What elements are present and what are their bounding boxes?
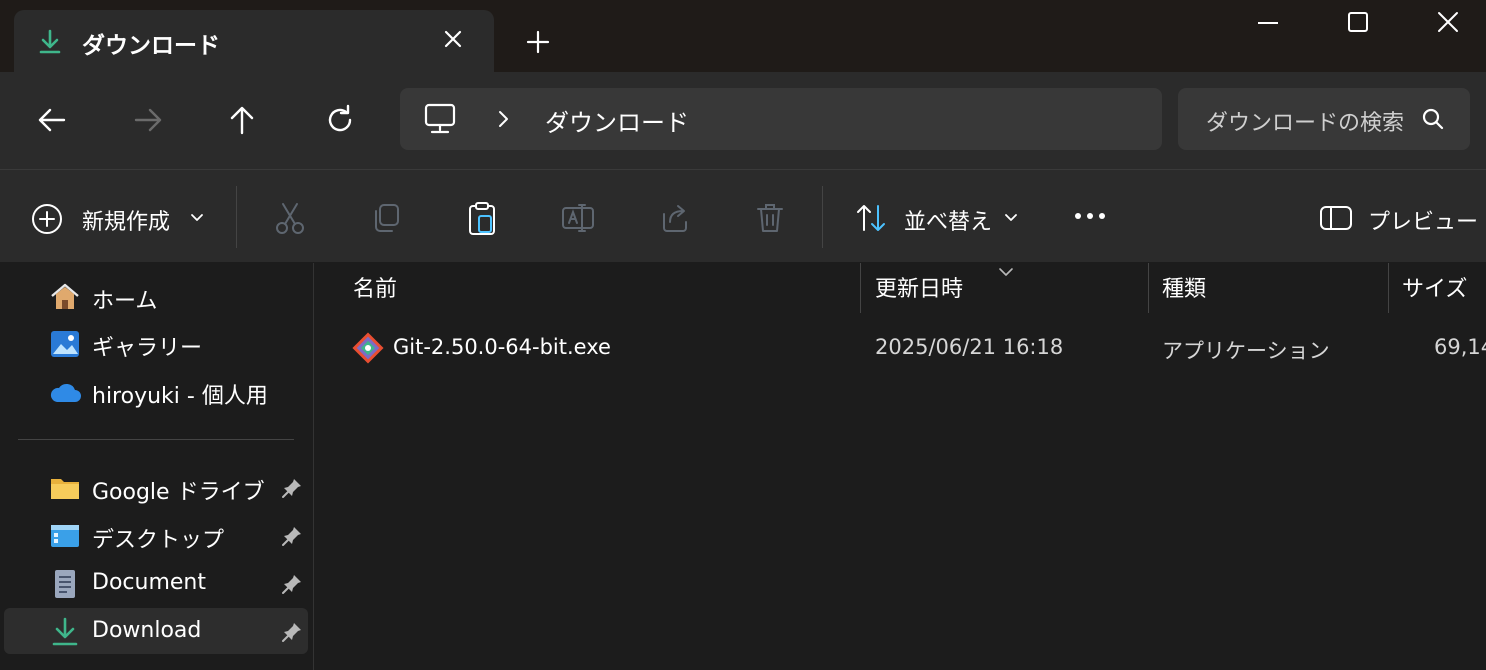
file-type: アプリケーション <box>1162 339 1330 363</box>
pin-icon[interactable] <box>280 572 304 596</box>
search-input[interactable]: ダウンロードの検索 <box>1206 105 1406 137</box>
new-button-label: 新規作成 <box>82 210 171 235</box>
sidebar-item-label: デスクトップ <box>92 528 225 553</box>
chevron-right-icon[interactable] <box>492 107 514 131</box>
chevron-down-icon <box>191 214 203 221</box>
more-options-icon[interactable] <box>1070 204 1110 228</box>
document-icon <box>55 570 75 598</box>
folder-icon <box>51 479 79 499</box>
minimize-button[interactable] <box>1250 8 1286 38</box>
window-close-button[interactable] <box>1430 8 1466 38</box>
sidebar-item-label: hiroyuki - 個人用 <box>92 384 268 409</box>
new-tab-button[interactable] <box>522 26 554 58</box>
sidebar-item-google-drive[interactable]: Google ドライブ <box>4 464 308 510</box>
sort-descending-icon <box>999 268 1013 276</box>
preview-pane-icon <box>1320 206 1352 230</box>
file-modified: 2025/06/21 16:18 <box>875 335 1064 359</box>
maximize-button[interactable] <box>1340 8 1376 38</box>
delete-icon[interactable] <box>752 200 788 236</box>
navigation-pane: ホーム ギャラリー hiroyuki - 個人用 Google ドライブ デスク… <box>0 263 314 670</box>
rename-icon[interactable] <box>560 200 596 236</box>
desktop-icon <box>51 525 79 547</box>
pin-icon[interactable] <box>280 524 304 548</box>
pin-icon[interactable] <box>280 476 304 500</box>
up-button[interactable] <box>222 100 262 140</box>
download-icon <box>39 29 61 54</box>
sort-icon <box>857 205 885 231</box>
download-icon <box>52 617 78 646</box>
refresh-button[interactable] <box>320 100 360 140</box>
tab-downloads[interactable]: ダウンロード <box>14 10 494 72</box>
command-bar: 新規作成 並べ替え プレビュー <box>0 170 1486 262</box>
search-icon[interactable] <box>1420 106 1446 132</box>
column-separator[interactable] <box>1388 263 1389 313</box>
column-separator[interactable] <box>1148 263 1149 313</box>
gallery-icon <box>51 331 79 357</box>
file-row[interactable]: Git-2.50.0-64-bit.exe 2025/06/21 16:18 ア… <box>345 327 1486 371</box>
toolbar-separator <box>822 186 823 248</box>
copy-icon[interactable] <box>368 200 404 236</box>
search-box[interactable]: ダウンロードの検索 <box>1178 88 1470 150</box>
preview-button-label: プレビュー <box>1368 210 1479 235</box>
column-header-name[interactable]: 名前 <box>353 271 397 303</box>
computer-icon <box>424 103 456 134</box>
plus-circle-icon <box>32 204 62 234</box>
column-header-type[interactable]: 種類 <box>1162 271 1206 303</box>
onedrive-cloud-icon <box>50 383 81 402</box>
cut-icon[interactable] <box>272 200 308 236</box>
git-installer-icon <box>352 332 384 364</box>
sidebar-item-desktop[interactable]: デスクトップ <box>4 512 308 558</box>
navigation-bar: ダウンロード ダウンロードの検索 <box>0 72 1486 169</box>
tab-title: ダウンロード <box>82 33 220 59</box>
breadcrumb-current[interactable]: ダウンロード <box>545 103 689 138</box>
paste-icon[interactable] <box>464 200 500 236</box>
sidebar-item-label: Download <box>92 618 202 643</box>
preview-pane-button[interactable]: プレビュー <box>1318 198 1478 238</box>
sidebar-item-gallery[interactable]: ギャラリー <box>4 320 308 366</box>
column-header-modified[interactable]: 更新日時 <box>875 271 963 303</box>
pin-icon[interactable] <box>280 620 304 644</box>
column-separator[interactable] <box>860 263 861 313</box>
sort-button-label: 並べ替え <box>904 210 993 235</box>
close-icon[interactable] <box>438 24 468 54</box>
forward-button[interactable] <box>128 100 168 140</box>
share-icon[interactable] <box>656 200 692 236</box>
file-size: 69,14 <box>1434 335 1486 359</box>
toolbar-separator <box>236 186 237 248</box>
sidebar-item-download[interactable]: Download <box>4 608 308 654</box>
chevron-down-icon <box>1005 214 1017 221</box>
title-bar: ダウンロード <box>0 0 1486 72</box>
file-name[interactable]: Git-2.50.0-64-bit.exe <box>393 335 611 359</box>
column-header-size[interactable]: サイズ <box>1402 271 1467 303</box>
sidebar-item-label: Google ドライブ <box>92 480 265 505</box>
sidebar-item-label: Document <box>92 570 206 595</box>
address-bar[interactable]: ダウンロード <box>400 88 1162 150</box>
sidebar-item-home[interactable]: ホーム <box>4 273 308 319</box>
sidebar-item-label: ホーム <box>92 289 158 314</box>
back-button[interactable] <box>32 100 72 140</box>
sidebar-item-onedrive[interactable]: hiroyuki - 個人用 <box>4 368 308 414</box>
home-icon <box>51 283 79 309</box>
sidebar-divider <box>18 439 294 440</box>
sidebar-item-label: ギャラリー <box>92 336 203 361</box>
sidebar-item-document[interactable]: Document <box>4 560 308 606</box>
sort-button[interactable]: 並べ替え <box>854 198 1024 238</box>
file-list: 名前 更新日時 種類 サイズ Git-2.50.0-64-bit.exe 202… <box>315 263 1486 670</box>
